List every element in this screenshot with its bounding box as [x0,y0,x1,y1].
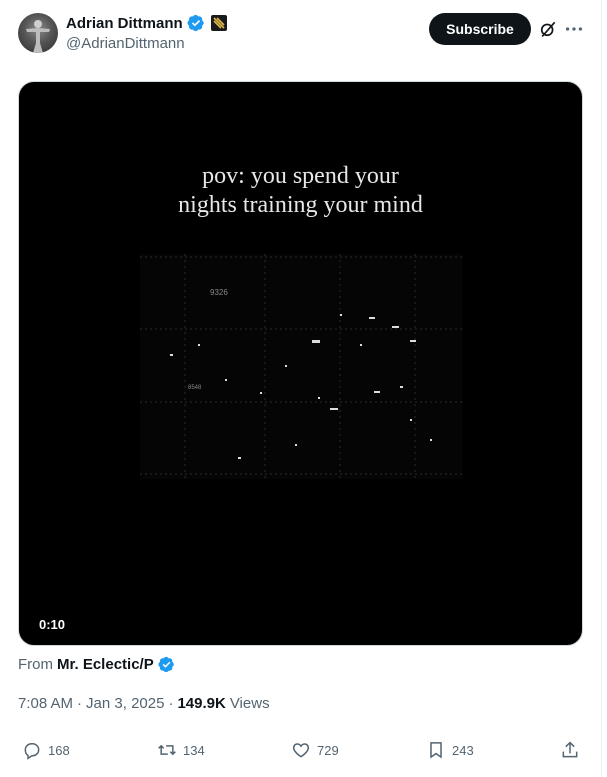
heart-icon [292,743,310,758]
video-caption-line-2: nights training your mind [178,192,423,218]
views-label: Views [229,695,270,712]
repost-button[interactable]: 134 [157,740,205,760]
tweet: Adrian Dittmann @AdrianDittmann Subscrib… [0,0,602,777]
source-account-link[interactable]: Mr. Eclectic/P [57,656,154,673]
views-count: 149.9K [177,695,226,712]
video-caption-line-1: pov: you spend your [202,163,399,189]
reply-count: 168 [48,742,70,758]
source-verified-icon [158,656,174,673]
action-bar: 168 134 729 243 [0,740,601,770]
tweet-date[interactable]: Jan 3, 2025 [86,695,164,712]
grok-icon[interactable] [538,19,558,39]
video-source: From Mr. Eclectic/P [18,656,175,673]
subscribe-button[interactable]: Subscribe [429,13,531,45]
video-frame-visualization: 9326 8548 [140,254,462,534]
verified-badge-icon [187,14,204,32]
share-button[interactable] [560,740,580,760]
reply-icon [24,743,40,760]
author-handle[interactable]: @AdrianDittmann [66,35,185,52]
viz-label-2: 8548 [188,385,202,391]
video-player[interactable]: pov: you spend your nights training your… [18,81,583,646]
like-count: 729 [317,742,339,758]
bookmark-icon [430,742,442,759]
avatar[interactable] [18,13,58,53]
tweet-time[interactable]: 7:08 AM [18,695,73,712]
author-name-row: Adrian Dittmann [66,14,227,32]
repost-count: 134 [183,742,205,758]
reply-button[interactable]: 168 [22,740,70,760]
tweet-meta: 7:08 AM · Jan 3, 2025 · 149.9K Views [18,695,270,712]
bookmark-count: 243 [452,742,474,758]
affiliate-badge-icon[interactable] [210,15,227,31]
share-icon [562,741,578,758]
video-duration: 0:10 [39,617,66,632]
meta-separator: · [168,695,174,712]
author-display-name[interactable]: Adrian Dittmann [66,15,183,32]
video-caption: pov: you spend your nights training your… [19,162,582,220]
source-prefix: From [18,656,53,673]
viz-label-1: 9326 [210,288,228,297]
meta-separator: · [77,695,83,712]
like-button[interactable]: 729 [291,740,339,760]
bookmark-button[interactable]: 243 [426,740,474,760]
repost-icon [158,744,176,756]
more-icon[interactable] [563,18,585,40]
